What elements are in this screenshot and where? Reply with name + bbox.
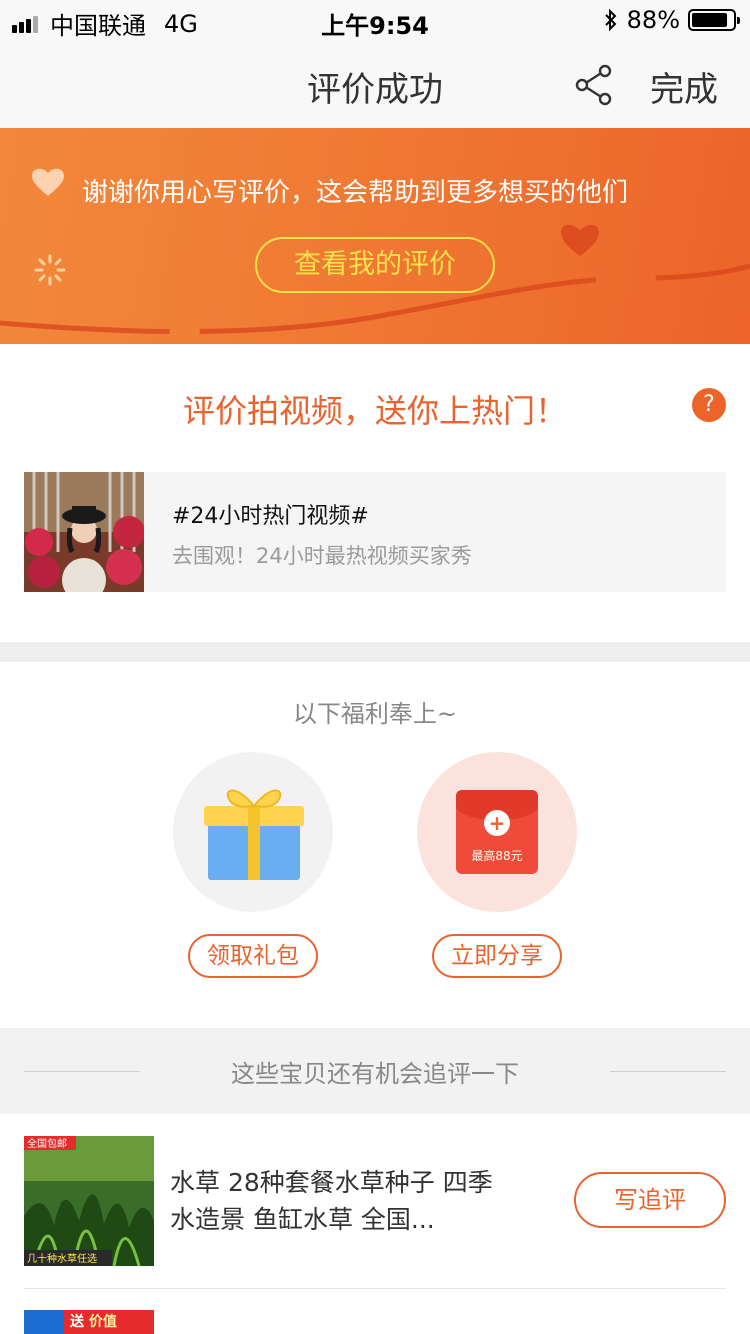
thank-you-message: 谢谢你用心写评价，这会帮助到更多想买的他们 (82, 178, 629, 208)
promo-gift-label: 送 (70, 1314, 84, 1330)
next-product-thumbnail[interactable]: 送 价值49.9 (24, 1310, 154, 1334)
write-follow-review-button[interactable]: 写追评 (574, 1172, 726, 1228)
gift-box-icon (204, 789, 304, 880)
section-divider (0, 642, 750, 662)
battery-icon (688, 9, 740, 31)
plus-icon: + (484, 810, 510, 836)
red-packet-amount: 最高88元 (471, 849, 523, 863)
success-banner: 谢谢你用心写评价，这会帮助到更多想买的他们 查看我的评价 (0, 128, 750, 344)
list-divider (24, 1288, 726, 1289)
video-thumbnail (24, 472, 144, 592)
gift-pack-tile[interactable] (173, 752, 333, 912)
banner-decoration (0, 168, 750, 334)
claim-gift-button[interactable]: 领取礼包 (188, 934, 318, 978)
status-bar: 中国联通 4G 上午9:54 88% (0, 0, 750, 40)
video-promo-section: 评价拍视频，送你上热门！ ? #24小时热门视频# 去围观！24小时最热视频买家… (0, 344, 750, 642)
battery-fill (692, 13, 728, 27)
battery-percent: 88% (626, 6, 680, 34)
video-subtitle: 去围观！24小时最热视频买家秀 (172, 544, 472, 568)
bluetooth-icon (604, 8, 617, 32)
thumb-caption: 几十种水草任选 (27, 1252, 97, 1265)
page-title: 评价成功 (307, 70, 443, 110)
video-promo-title: 评价拍视频，送你上热门！ (182, 392, 567, 430)
help-icon[interactable]: ? (692, 388, 726, 422)
promo-tag: 送 价值49.9 (64, 1310, 154, 1334)
thumb-free-shipping: 全国包邮 (27, 1137, 67, 1150)
product-thumbnail: 全国包邮 几十种水草任选 (24, 1136, 154, 1266)
hot-video-card[interactable]: #24小时热门视频# 去围观！24小时最热视频买家秀 (24, 472, 726, 592)
welfare-title: 以下福利奉上~ (292, 700, 458, 728)
done-button[interactable]: 完成 (650, 62, 718, 111)
status-right: 88% (603, 6, 740, 34)
share-red-packet-tile[interactable]: + 最高88元 (417, 752, 577, 912)
share-now-button[interactable]: 立即分享 (432, 934, 562, 978)
header-line-right (610, 1071, 726, 1072)
product-row[interactable]: 全国包邮 几十种水草任选 水草 28种套餐水草种子 四季 水造景 鱼缸水草 全国… (0, 1114, 750, 1288)
follow-review-header: 这些宝贝还有机会追评一下 (0, 1028, 750, 1114)
view-my-review-button[interactable]: 查看我的评价 (255, 237, 495, 293)
share-icon[interactable] (574, 64, 614, 106)
video-hashtag: #24小时热门视频# (172, 504, 369, 529)
product-title: 水草 28种套餐水草种子 四季 水造景 鱼缸水草 全国... (170, 1168, 493, 1234)
nav-bar: 评价成功 完成 (0, 40, 750, 128)
red-packet-icon: + 最高88元 (456, 790, 538, 874)
welfare-section: 以下福利奉上~ + 最高88元 领取礼包 立即分享 (0, 662, 750, 1028)
